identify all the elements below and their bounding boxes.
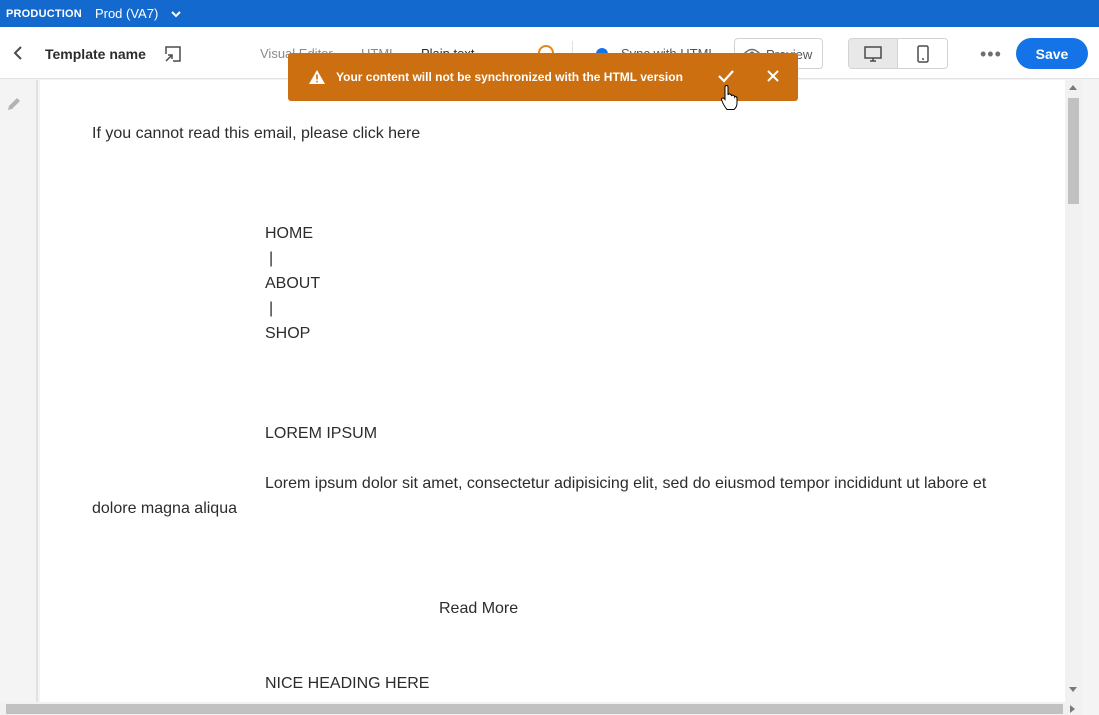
vertical-scroll-thumb[interactable]	[1068, 98, 1079, 204]
section-heading: LOREM IPSUM	[265, 425, 378, 442]
environment-label: PRODUCTION	[6, 7, 82, 20]
nav-about-text: ABOUT	[265, 275, 321, 292]
left-rail	[0, 80, 38, 702]
check-icon[interactable]	[717, 68, 735, 84]
template-name[interactable]: Template name	[45, 46, 146, 62]
nav-separator: |	[269, 300, 274, 317]
environment-name[interactable]: Prod (VA7)	[95, 6, 158, 21]
header-text: If you cannot read this email, please cl…	[92, 125, 421, 142]
nav-separator: |	[269, 250, 274, 267]
toast-message: Your content will not be synchronized wi…	[336, 70, 683, 84]
desktop-view-button[interactable]	[849, 39, 899, 68]
nav-home-text: HOME	[265, 225, 313, 242]
body-text-continued: dolore magna aliqua	[92, 500, 237, 517]
pencil-icon[interactable]	[6, 96, 22, 112]
scroll-right-icon[interactable]	[1070, 705, 1075, 713]
right-gutter	[1082, 80, 1099, 715]
body-text: Lorem ipsum dolor sit amet, consectetur …	[265, 475, 987, 492]
more-icon[interactable]: •••	[980, 45, 1002, 63]
read-more-text: Read More	[439, 600, 519, 617]
back-arrow-icon[interactable]	[10, 44, 28, 62]
plain-text-canvas[interactable]: If you cannot read this email, please cl…	[40, 80, 1065, 702]
mobile-icon	[916, 44, 929, 63]
save-button[interactable]: Save	[1016, 38, 1088, 69]
device-switcher	[848, 38, 948, 69]
close-icon[interactable]	[766, 69, 780, 83]
environment-bar: PRODUCTION Prod (VA7)	[0, 0, 1099, 27]
warning-icon	[309, 70, 325, 84]
vertical-scrollbar[interactable]	[1065, 80, 1082, 702]
nav-shop-text: SHOP	[265, 325, 311, 342]
scroll-down-icon[interactable]	[1069, 687, 1077, 692]
scroll-up-icon[interactable]	[1069, 85, 1077, 90]
horizontal-scroll-thumb[interactable]	[6, 704, 1063, 714]
hand-cursor-icon	[721, 85, 738, 110]
mobile-view-button[interactable]	[898, 39, 947, 68]
chevron-down-icon[interactable]	[170, 8, 182, 20]
desktop-icon	[864, 45, 882, 62]
expand-icon[interactable]	[164, 45, 182, 63]
nice-heading-text: NICE HEADING HERE	[265, 675, 430, 692]
horizontal-scrollbar[interactable]	[0, 702, 1082, 715]
